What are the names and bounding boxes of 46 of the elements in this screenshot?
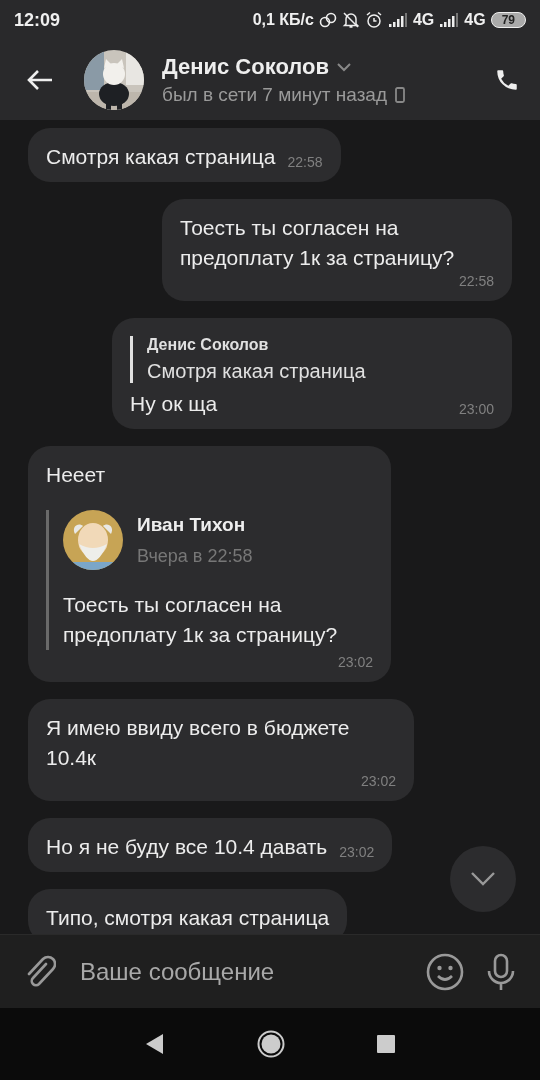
- last-seen-status: был в сети 7 минут назад: [162, 84, 387, 106]
- forwarded-text: Тоесть ты согласен на предоплату 1к за страницу?: [63, 592, 339, 648]
- message-text: Ну ок ща: [130, 391, 218, 417]
- message-time: 22:58: [458, 273, 494, 291]
- back-arrow-icon: [26, 68, 54, 92]
- message-text: Нееет: [46, 462, 106, 488]
- message-time: 23:02: [360, 773, 396, 791]
- message-bubble[interactable]: Я имею ввиду всего в бюджете 10.4к 23:02: [28, 699, 414, 801]
- alarm-icon: [364, 11, 383, 29]
- reply-text: Смотря какая страница: [147, 360, 367, 383]
- message-time: 23:02: [339, 844, 375, 862]
- message-text: Но я не буду все 10.4 давать: [46, 834, 328, 860]
- message-bubble[interactable]: Смотря какая страница 22:58: [28, 128, 341, 182]
- message-bubble[interactable]: Нееет Иван Тихон Вчера в 22:58 Тоесть ты согласен на предоплату 1к за страницу? 23:02: [28, 446, 391, 682]
- clock: 12:09: [14, 9, 61, 31]
- message-bubble[interactable]: Типо, смотря какая страница: [28, 889, 348, 934]
- home-nav-icon[interactable]: [257, 1030, 285, 1058]
- message-bubble[interactable]: Денис Соколов Смотря какая страница Ну ок ща 23:00: [112, 318, 512, 429]
- forward-date: Вчера в 22:58: [137, 545, 253, 567]
- link-icon: [318, 12, 337, 28]
- phone-icon: [494, 67, 520, 93]
- battery-level: 79: [490, 12, 526, 28]
- message-text: Типо, смотря какая страница: [46, 905, 330, 931]
- network-type: 4G: [412, 11, 435, 29]
- message-time: 23:02: [337, 654, 373, 672]
- forward-author[interactable]: Иван Тихон: [137, 513, 253, 536]
- message-text: Смотря какая страница: [46, 144, 276, 170]
- chevron-down-icon: [470, 871, 496, 887]
- back-nav-icon[interactable]: [145, 1033, 165, 1055]
- contact-name[interactable]: Денис Соколов: [162, 54, 329, 80]
- message-time: 22:58: [287, 154, 323, 172]
- message-bubble[interactable]: Но я не буду все 10.4 давать 23:02: [28, 818, 393, 872]
- message-text: Тоесть ты согласен на предоплату 1к за страницу?: [180, 215, 456, 271]
- message-text: Я имею ввиду всего в бюджете 10.4к: [46, 715, 351, 771]
- emoji-icon[interactable]: [426, 952, 464, 991]
- signal-icon: [387, 12, 408, 28]
- network-type: 4G: [464, 11, 486, 29]
- message-bubble[interactable]: Тоесть ты согласен на предоплату 1к за страницу? 22:58: [162, 199, 512, 301]
- network-speed: 0,1 КБ/с: [252, 11, 314, 29]
- message-time: 23:00: [458, 401, 494, 419]
- chevron-down-icon: [336, 62, 351, 72]
- microphone-icon[interactable]: [486, 952, 516, 991]
- phone-device-icon: [395, 87, 405, 103]
- signal-icon: [439, 12, 460, 28]
- muted-bell-icon: [341, 11, 360, 29]
- reply-author: Денис Соколов: [147, 336, 270, 354]
